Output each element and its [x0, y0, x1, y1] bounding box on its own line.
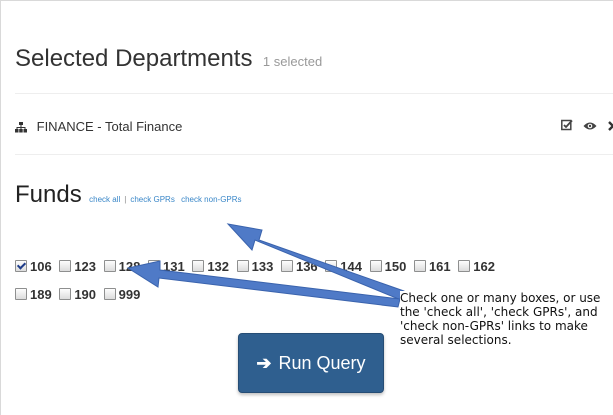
- arrow-right-icon: ➔: [256, 352, 272, 373]
- checkbox[interactable]: [369, 260, 382, 272]
- fund-checkbox-132[interactable]: 132: [192, 259, 229, 274]
- checkbox[interactable]: [458, 260, 471, 272]
- fund-label: 144: [340, 259, 362, 274]
- run-query-label: Run Query: [278, 352, 366, 373]
- fund-label: 999: [118, 287, 141, 302]
- fund-checkbox-133[interactable]: 133: [236, 259, 274, 274]
- fund-label: 131: [162, 259, 185, 274]
- fund-checkbox-131[interactable]: 131: [147, 259, 185, 274]
- fund-checkbox-150[interactable]: 150: [369, 259, 407, 274]
- fund-label: 150: [384, 259, 407, 274]
- checkbox[interactable]: [103, 260, 116, 272]
- check-gprs-link[interactable]: check GPRs: [130, 195, 174, 204]
- funds-title: Funds: [15, 181, 82, 208]
- checkbox[interactable]: [59, 260, 72, 272]
- check-non-gprs-link[interactable]: check non-GPRs: [181, 195, 241, 204]
- funds-header: Funds check all | check GPRs check non-GPR…: [15, 181, 242, 209]
- run-query-button[interactable]: ➔ Run Query: [238, 333, 384, 393]
- checkbox[interactable]: [15, 260, 27, 272]
- fund-checkbox-136[interactable]: 136: [280, 259, 318, 274]
- fund-label: 189: [30, 287, 52, 302]
- selected-departments-title: Selected Departments: [15, 45, 253, 72]
- checkbox[interactable]: [192, 260, 205, 272]
- fund-checkbox-106[interactable]: 106: [15, 259, 52, 274]
- selected-departments-header: Selected Departments 1 selected: [15, 45, 322, 73]
- fund-checkbox-190[interactable]: 190: [59, 287, 96, 302]
- fund-label: 161: [428, 259, 451, 274]
- department-label: FINANCE - Total Finance: [36, 119, 183, 134]
- fund-label: 190: [74, 287, 97, 302]
- sitemap-icon: [15, 121, 27, 136]
- fund-checkbox-row: 106 123 128 131 132 133 136 144 150 161 …: [15, 259, 499, 274]
- fund-label: 162: [473, 259, 495, 274]
- fund-checkbox-row: 189 190 999: [15, 287, 144, 302]
- main-panel: Selected Departments 1 selected FINANCE …: [0, 0, 613, 415]
- checkbox[interactable]: [280, 260, 293, 272]
- fund-checkbox-144[interactable]: 144: [325, 259, 362, 274]
- checkbox[interactable]: [147, 260, 160, 272]
- checkbox[interactable]: [325, 260, 338, 272]
- fund-label: 132: [207, 259, 230, 274]
- checkbox[interactable]: [15, 288, 27, 300]
- fund-label: 106: [30, 259, 52, 274]
- checkbox[interactable]: [236, 260, 249, 272]
- checkbox-icon[interactable]: [561, 118, 573, 136]
- eye-icon[interactable]: [583, 118, 597, 136]
- fund-checkbox-128[interactable]: 128: [103, 259, 141, 274]
- fund-checkbox-161[interactable]: 161: [413, 259, 451, 274]
- selected-count: 1 selected: [262, 54, 323, 69]
- fund-label: 133: [251, 259, 274, 274]
- department-row: FINANCE - Total Finance: [15, 119, 182, 136]
- checkbox[interactable]: [413, 260, 426, 272]
- check-all-link[interactable]: check all: [89, 195, 120, 204]
- divider: [15, 93, 613, 94]
- fund-checkbox-189[interactable]: 189: [15, 287, 52, 302]
- fund-checkbox-162[interactable]: 162: [458, 259, 495, 274]
- fund-label: 136: [295, 259, 318, 274]
- fund-checkbox-999[interactable]: 999: [103, 287, 141, 302]
- fund-label: 128: [118, 259, 141, 274]
- fund-label: 123: [74, 259, 97, 274]
- divider: [15, 154, 613, 155]
- callout-annotation: Check one or many boxes, or use the 'che…: [400, 291, 613, 347]
- checkbox[interactable]: [59, 288, 72, 300]
- funds-links: check all | check GPRs check non-GPRs: [89, 195, 241, 204]
- checkbox[interactable]: [103, 288, 116, 300]
- link-separator: |: [124, 195, 127, 204]
- fund-checkbox-123[interactable]: 123: [59, 259, 96, 274]
- close-icon[interactable]: [608, 118, 613, 136]
- department-actions: [561, 118, 613, 136]
